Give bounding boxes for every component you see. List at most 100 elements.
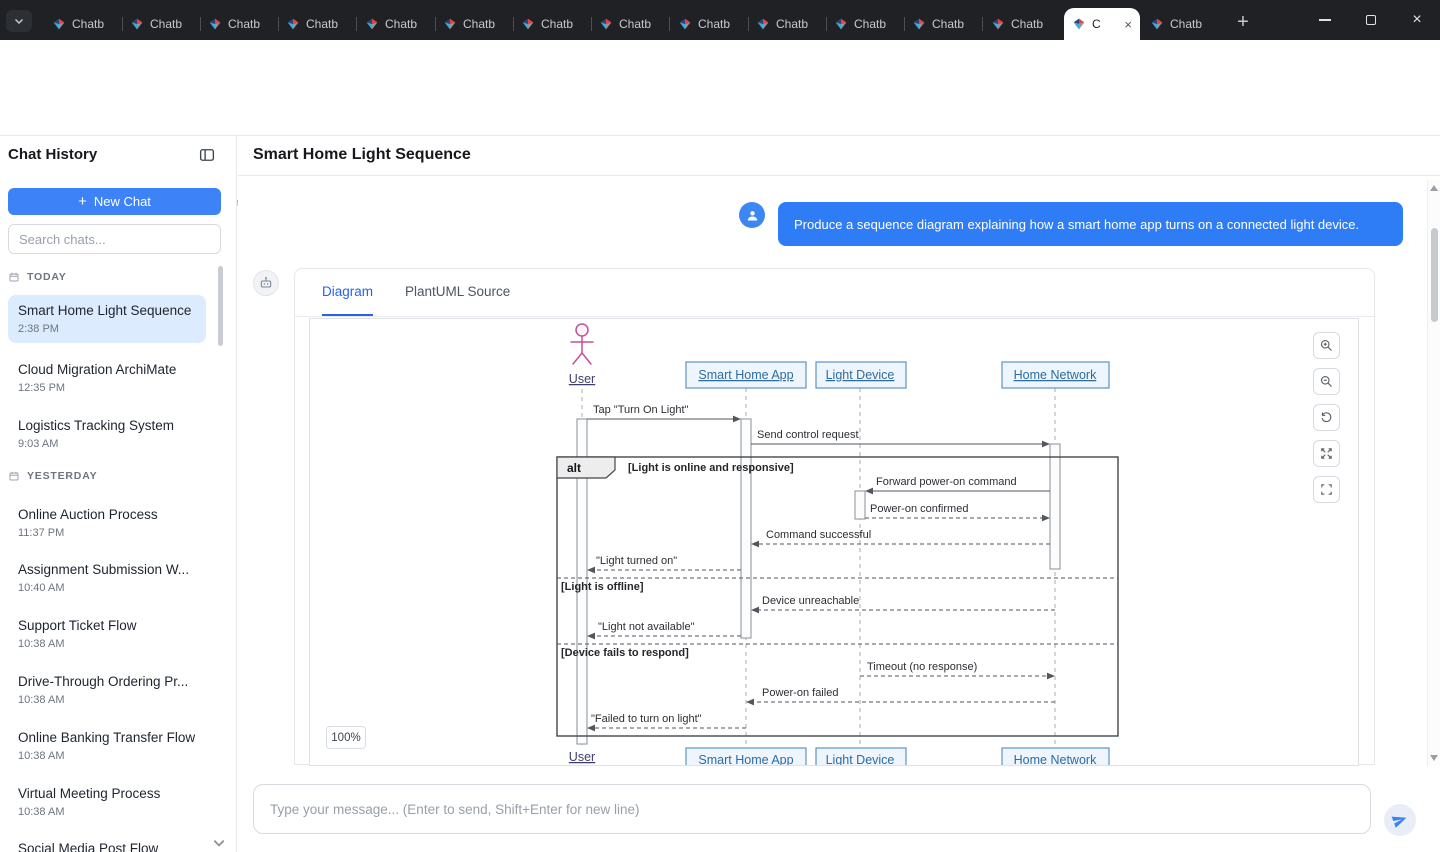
vp-favicon-icon [52,17,66,31]
chat-history-item[interactable]: Virtual Meeting Process 10:38 AM [8,778,206,826]
minimize-button[interactable] [1311,0,1339,40]
browser-tab[interactable]: Chatb [826,8,905,40]
browser-toolbar: ai-toolbox.visual-paradigm.com/app/chatb… [0,40,1440,85]
expand-arrows-icon [1319,446,1334,461]
section-label-today: TODAY [8,271,67,283]
zoom-in-button[interactable] [1313,332,1340,359]
browser-tab[interactable]: Chatb [670,8,749,40]
actor-label-bottom[interactable]: User [569,750,595,764]
tab-title: C [1092,17,1101,31]
chat-item-time: 10:38 AM [18,806,196,818]
browser-tab[interactable]: Chatb [357,8,436,40]
calendar-icon [8,271,20,283]
tab-close-icon[interactable]: × [1124,18,1132,31]
zoom-in-icon [1319,338,1334,353]
avatar-person-icon [745,208,760,223]
vp-favicon-icon [365,17,379,31]
tab-search-button[interactable] [6,10,32,32]
maximize-button[interactable] [1357,0,1385,40]
new-chat-button[interactable]: +New Chat [8,188,221,215]
zoom-out-button[interactable] [1313,368,1340,395]
chat-history-item[interactable]: Logistics Tracking System 9:03 AM [8,410,206,458]
robot-icon [258,275,274,291]
search-chats-input[interactable] [8,224,221,254]
diagram-viewport[interactable]: alt [Light is online and responsive] [Li… [309,318,1359,766]
activation-bar-light [855,491,865,519]
participant-label[interactable]: Light Device [826,368,895,382]
chat-history-sidebar: Chat History +New Chat TODAY Smart Home … [0,136,237,852]
sidebar-toggle-icon[interactable] [198,146,216,164]
vp-favicon-icon [678,17,692,31]
participant-label[interactable]: Home Network [1014,753,1097,765]
vp-favicon-icon [443,17,457,31]
fullscreen-corners-icon [1319,482,1334,497]
app-header: Chatbot Visual Paradigm AI Assistant for… [0,85,1440,136]
browser-tab[interactable]: Chatb [513,8,592,40]
browser-tab[interactable]: Chatb [904,8,983,40]
scrollbar-down-arrow[interactable] [1430,755,1438,761]
tab-title: Chatb [541,17,573,31]
new-tab-button[interactable]: + [1228,8,1258,36]
message-label: Tap "Turn On Light" [593,404,689,416]
actor-label[interactable]: User [569,372,595,386]
participant-label[interactable]: Smart Home App [698,368,793,382]
tab-title: Chatb [385,17,417,31]
chat-history-item[interactable]: Drive-Through Ordering Pr... 10:38 AM [8,666,206,714]
browser-tab[interactable]: Chatb [278,8,357,40]
sidebar-scroll-down-icon[interactable] [212,836,226,850]
chat-history-item-selected[interactable]: Smart Home Light Sequence 2:38 PM [8,295,206,343]
message-label: Device unreachable [762,595,859,607]
scrollbar-thumb[interactable] [1431,228,1438,322]
chat-history-item[interactable]: Support Ticket Flow 10:38 AM [8,610,206,658]
chat-item-time: 10:40 AM [18,582,196,594]
tab-title: Chatb [306,17,338,31]
browser-tab[interactable]: Chatb [591,8,670,40]
send-button[interactable] [1384,804,1416,836]
close-icon: × [1412,12,1421,28]
participant-label[interactable]: Home Network [1014,368,1097,382]
send-paper-plane-icon [1390,810,1411,831]
browser-tab[interactable]: Chatb [435,8,514,40]
message-label: Power-on confirmed [870,503,968,515]
expand-button[interactable] [1313,440,1340,467]
chat-history-item[interactable]: Social Media Post Flow [8,833,206,852]
sidebar-scrollbar-thumb[interactable] [218,266,223,346]
tab-plantuml-source[interactable]: PlantUML Source [405,269,510,316]
browser-tab[interactable]: Chatb [122,8,201,40]
bot-avatar [253,270,279,296]
chat-history-item[interactable]: Online Banking Transfer Flow 10:38 AM [8,722,206,770]
guard-condition: [Device fails to respond] [561,647,689,659]
actor-figure [571,324,593,364]
page-title: Smart Home Light Sequence [253,146,471,164]
tab-title: Chatb [228,17,260,31]
chat-item-title: Smart Home Light Sequence [18,303,196,318]
minimize-icon [1319,19,1331,21]
reset-zoom-button[interactable] [1313,404,1340,431]
browser-tab-active[interactable]: C × [1064,8,1140,40]
tab-title: Chatb [1170,17,1202,31]
close-window-button[interactable]: × [1403,0,1431,40]
fullscreen-button[interactable] [1313,476,1340,503]
result-tabs: Diagram PlantUML Source [295,269,1374,317]
chat-scrollbar[interactable] [1427,180,1440,766]
vp-favicon-icon [912,17,926,31]
browser-tab[interactable]: Chatb [748,8,827,40]
participant-label[interactable]: Light Device [826,753,895,765]
browser-tab[interactable]: Chatb [983,8,1062,40]
message-input[interactable] [253,784,1371,834]
calendar-icon [8,470,20,482]
chat-history-item[interactable]: Online Auction Process 11:37 PM [8,499,206,547]
participant-label[interactable]: Smart Home App [698,753,793,765]
browser-tab[interactable]: Chatb [200,8,279,40]
scrollbar-up-arrow[interactable] [1430,185,1438,191]
browser-tab-strip: Chatb Chatb Chatb Chatb Chatb Chatb Chat… [0,0,1440,40]
tab-diagram[interactable]: Diagram [322,269,373,316]
activation-bar-app [741,419,751,638]
fragment-operator-label: alt [567,461,581,475]
browser-tab[interactable]: Chatb [44,8,123,40]
browser-tab[interactable]: Chatb [1142,8,1221,40]
chat-history-item[interactable]: Assignment Submission W... 10:40 AM [8,554,206,602]
chat-history-item[interactable]: Cloud Migration ArchiMate 12:35 PM [8,354,206,402]
tab-title: Chatb [776,17,808,31]
vp-favicon-icon [208,17,222,31]
